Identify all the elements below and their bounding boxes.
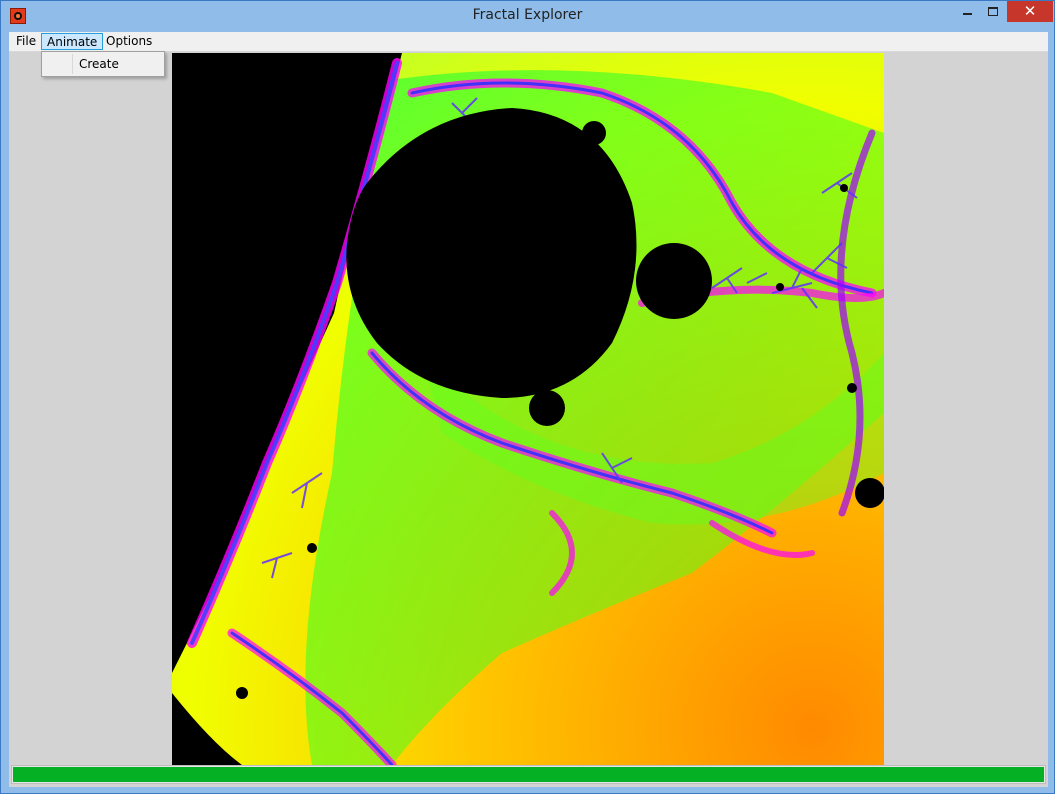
menu-icon-gutter-separator bbox=[72, 54, 73, 74]
app-window: Fractal Explorer ✕ File Animate Options bbox=[0, 0, 1055, 794]
menu-options[interactable]: Options bbox=[101, 33, 157, 50]
animate-dropdown-menu: Create bbox=[41, 51, 165, 77]
menu-animate[interactable]: Animate bbox=[41, 33, 104, 50]
fractal-canvas[interactable] bbox=[172, 53, 884, 765]
close-icon: ✕ bbox=[1023, 2, 1037, 20]
fractal-image bbox=[172, 53, 884, 765]
title-bar[interactable]: Fractal Explorer ✕ bbox=[1, 1, 1054, 32]
client-area: File Animate Options Create bbox=[9, 32, 1048, 787]
menu-bar: File Animate Options bbox=[9, 32, 1048, 52]
minimize-icon bbox=[963, 13, 972, 15]
close-button[interactable]: ✕ bbox=[1007, 1, 1053, 22]
menu-file[interactable]: File bbox=[11, 33, 41, 50]
maximize-button[interactable] bbox=[982, 1, 1005, 22]
maximize-icon bbox=[988, 7, 998, 16]
progress-fill bbox=[13, 767, 1044, 782]
window-title: Fractal Explorer bbox=[472, 7, 583, 23]
menu-item-create[interactable]: Create bbox=[79, 57, 119, 71]
minimize-button[interactable] bbox=[956, 1, 979, 22]
progress-bar bbox=[11, 765, 1046, 784]
